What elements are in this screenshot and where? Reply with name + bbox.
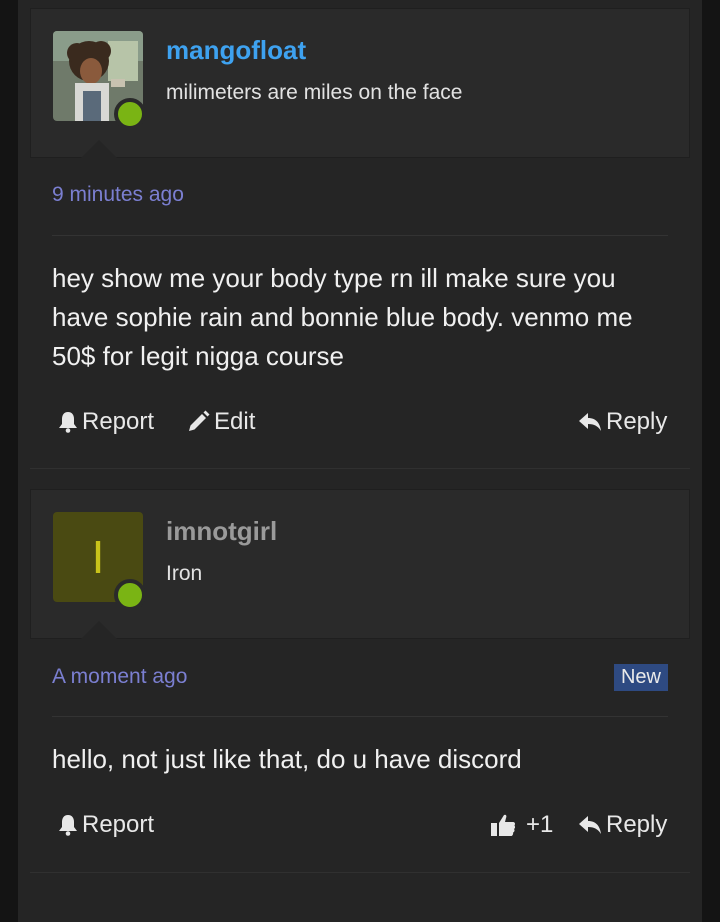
divider bbox=[52, 716, 668, 717]
reply-arrow-icon bbox=[579, 816, 601, 834]
bell-icon bbox=[59, 412, 77, 433]
post-time[interactable]: A moment ago bbox=[52, 665, 187, 689]
report-button[interactable]: Report bbox=[58, 408, 154, 436]
user-title: milimeters are miles on the face bbox=[166, 81, 463, 104]
like-count: +1 bbox=[526, 811, 554, 838]
user-block: mangofloat milimeters are miles on the f… bbox=[30, 8, 690, 158]
avatar[interactable]: I bbox=[53, 512, 146, 611]
edit-label: Edit bbox=[214, 408, 256, 435]
username[interactable]: imnotgirl bbox=[166, 516, 277, 547]
reply-arrow-icon bbox=[579, 413, 601, 431]
edit-button[interactable]: Edit bbox=[186, 408, 255, 436]
reply-label: Reply bbox=[606, 811, 668, 838]
reply-button[interactable]: Reply bbox=[578, 408, 667, 436]
user-block: I imnotgirl Iron bbox=[30, 489, 690, 639]
post-separator bbox=[30, 468, 690, 469]
online-indicator bbox=[114, 98, 146, 130]
userblock-arrow bbox=[81, 140, 117, 158]
post-time[interactable]: 9 minutes ago bbox=[52, 183, 184, 207]
new-badge: New bbox=[613, 664, 668, 691]
post-message: hello, not just like that, do u have dis… bbox=[52, 744, 522, 774]
bell-icon bbox=[59, 815, 77, 836]
pencil-icon bbox=[189, 410, 210, 431]
username[interactable]: mangofloat bbox=[166, 35, 306, 66]
report-label: Report bbox=[82, 408, 155, 435]
report-label: Report bbox=[82, 811, 155, 838]
online-indicator bbox=[114, 579, 146, 611]
post-separator bbox=[30, 872, 690, 873]
post-message: hey show me your body type rn ill make s… bbox=[52, 263, 633, 371]
avatar-letter: I bbox=[91, 531, 105, 583]
avatar[interactable] bbox=[53, 31, 146, 130]
thumbs-up-icon bbox=[491, 814, 516, 836]
divider bbox=[52, 235, 668, 236]
reply-label: Reply bbox=[606, 408, 668, 435]
userblock-arrow bbox=[81, 621, 117, 639]
like-button[interactable]: +1 bbox=[490, 811, 553, 839]
report-button[interactable]: Report bbox=[58, 811, 154, 839]
user-title: Iron bbox=[166, 562, 203, 585]
reply-button[interactable]: Reply bbox=[578, 811, 667, 839]
